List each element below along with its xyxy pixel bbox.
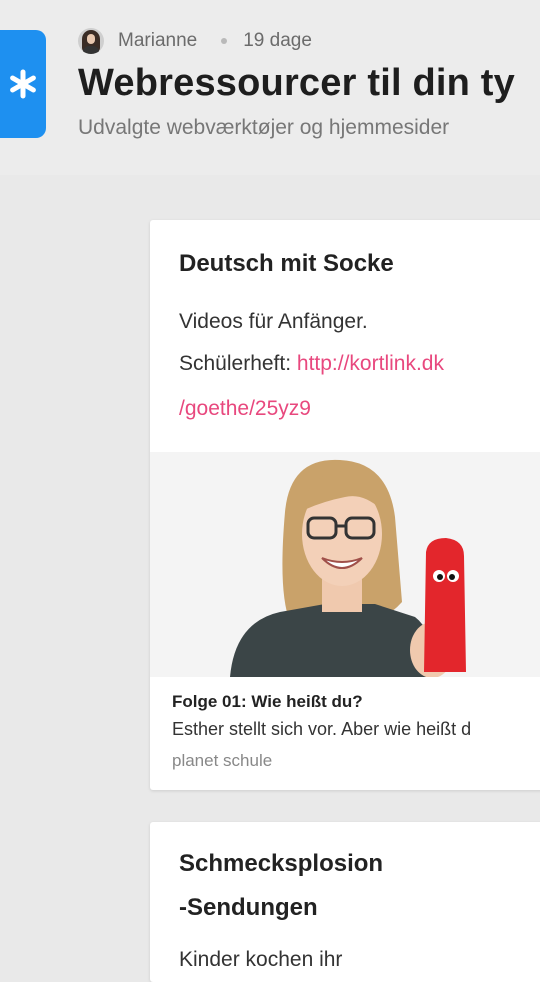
asterisk-icon: [10, 69, 36, 99]
author-row: Marianne 19 dage: [78, 28, 312, 54]
post-card-schmecksplosion[interactable]: Schmecksplosion -Sendungen Kinder kochen…: [150, 822, 540, 982]
preview-description: Esther stellt sich vor. Aber wie heißt d: [172, 719, 472, 739]
card-title: Schmecksplosion: [179, 850, 384, 877]
card-link[interactable]: http://kortlink.dk: [297, 352, 444, 375]
preview-source: planet schule: [172, 751, 273, 770]
link-preview-image[interactable]: [150, 452, 540, 677]
page-subtitle: Udvalgte webværktøjer og hjemmesider: [78, 116, 450, 139]
app-logo[interactable]: [0, 30, 46, 138]
card-text: Kinder kochen ihr: [179, 948, 343, 971]
link-label: Schülerheft:: [179, 352, 297, 375]
card-title: Deutsch mit Socke: [179, 250, 394, 277]
separator-dot: [221, 38, 228, 44]
post-card-deutsch-mit-socke[interactable]: Deutsch mit Socke Videos für Anfänger. S…: [150, 220, 540, 790]
card-text: Videos für Anfänger.: [179, 310, 368, 333]
page-title: Webressourcer til din ty: [78, 62, 515, 104]
video-thumbnail: [150, 452, 540, 677]
card-title-line2: -Sendungen: [179, 894, 318, 921]
avatar[interactable]: [78, 28, 104, 54]
card-link-continued[interactable]: /goethe/25yz9: [179, 397, 311, 421]
card-text-link-line: Schülerheft: http://kortlink.dk: [179, 352, 444, 376]
author-name[interactable]: Marianne: [118, 30, 197, 52]
post-age: 19 dage: [243, 30, 312, 51]
post-header: Marianne 19 dage Webressourcer til din t…: [0, 0, 540, 175]
preview-title: Folge 01: Wie heißt du?: [172, 692, 363, 711]
